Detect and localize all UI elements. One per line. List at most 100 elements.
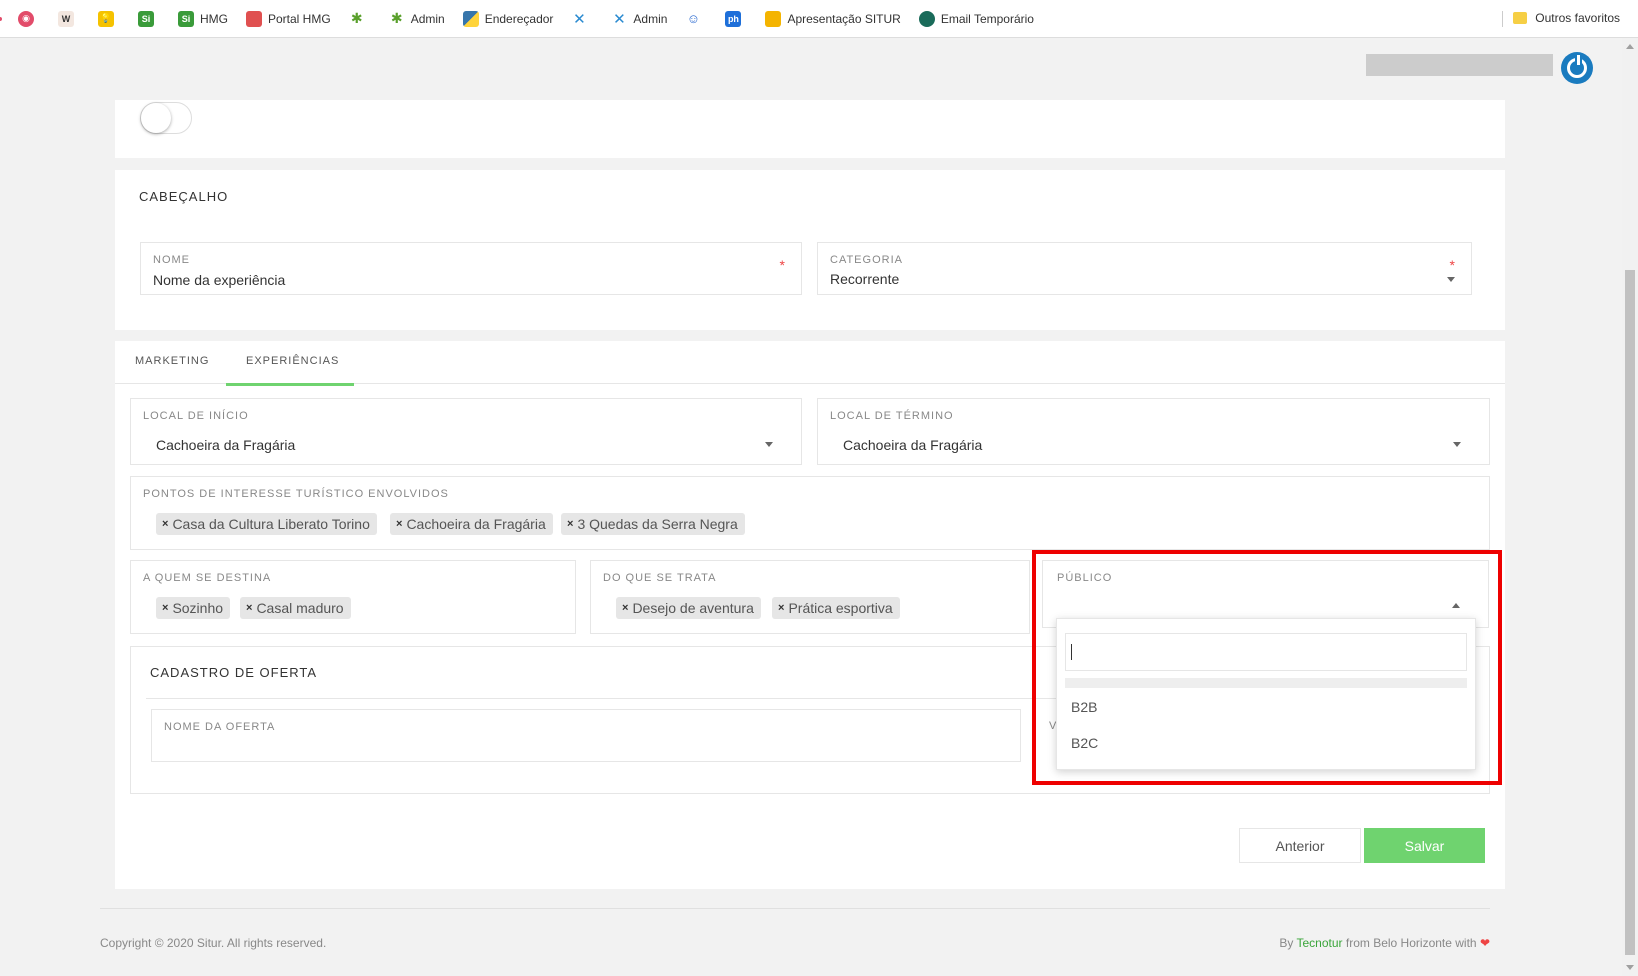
bookmarks-bar: ◉ W 💡 Si Si HMG Portal HMG ✱ ✱ Admin Ender…: [0, 0, 1638, 38]
slides-icon: [765, 10, 782, 27]
remove-chip-icon[interactable]: ×: [778, 602, 784, 614]
heart-icon: ❤: [1479, 936, 1490, 950]
x-icon: ✕: [573, 10, 586, 28]
local-inicio-select[interactable]: LOCAL DE INÍCIO Cachoeira da Fragária: [130, 398, 802, 465]
chip-label: Casal maduro: [256, 600, 344, 616]
remove-chip-icon[interactable]: ×: [246, 602, 252, 614]
bookmark-label: Admin: [410, 11, 445, 26]
nome-field[interactable]: NOME Nome da experiência *: [140, 242, 802, 295]
by-suffix: from Belo Horizonte with: [1345, 936, 1477, 950]
bookmark-11[interactable]: ☺: [685, 11, 707, 27]
tab-experiencias[interactable]: EXPERIÊNCIAS: [246, 355, 339, 367]
remove-chip-icon[interactable]: ×: [162, 602, 168, 614]
local-inicio-value: Cachoeira da Fragária: [156, 437, 296, 453]
trata-label: DO QUE SE TRATA: [603, 572, 717, 584]
red-dot-icon: [0, 16, 2, 21]
chip-label: 3 Quedas da Serra Negra: [577, 516, 738, 532]
red-circle-icon: ◉: [18, 10, 34, 27]
bookmark-hmg[interactable]: Si HMG: [178, 10, 228, 27]
bookmark-email[interactable]: Email Temporário: [918, 10, 1034, 27]
bookmark-label: Admin: [633, 11, 668, 26]
x-icon: ✕: [613, 10, 626, 28]
bookmarks-divider: [1502, 11, 1503, 27]
chip-ponto: × Casa da Cultura Liberato Torino: [156, 513, 377, 535]
bookmark-1[interactable]: W: [58, 10, 80, 27]
required-mark: *: [779, 257, 785, 273]
bookmark-label: Apresentação SITUR: [787, 11, 901, 26]
nome-oferta-field[interactable]: NOME DA OFERTA: [151, 709, 1021, 762]
cabecalho-title: CABEÇALHO: [139, 189, 229, 204]
chip-label: Cachoeira da Fragária: [406, 516, 546, 532]
ph-icon: ph: [725, 10, 742, 27]
remove-chip-icon[interactable]: ×: [622, 602, 628, 614]
bookmark-label: Portal HMG: [268, 11, 331, 26]
categoria-select[interactable]: CATEGORIA Recorrente *: [817, 242, 1472, 295]
scroll-up-icon[interactable]: [1626, 44, 1634, 49]
active-toggle[interactable]: [140, 102, 192, 134]
local-termino-select[interactable]: LOCAL DE TÉRMINO Cachoeira da Fragária: [817, 398, 1490, 465]
star-icon: ✱: [350, 10, 363, 26]
anterior-button[interactable]: Anterior: [1239, 828, 1361, 863]
chip-destina: × Casal maduro: [240, 597, 351, 619]
bookmark-enderecador[interactable]: Endereçador: [462, 10, 553, 27]
footer-divider: [100, 908, 1490, 909]
bookmark-label: HMG: [200, 11, 228, 26]
nome-label: NOME: [153, 254, 190, 266]
folder-icon: [1513, 12, 1528, 24]
nome-input[interactable]: Nome da experiência: [153, 272, 285, 288]
power-icon[interactable]: [1561, 52, 1593, 84]
chip-label: Sozinho: [172, 600, 224, 616]
remove-chip-icon[interactable]: ×: [567, 518, 573, 530]
highlight-box: [1032, 550, 1502, 785]
chip-trata: × Prática esportiva: [772, 597, 900, 619]
bookmark-admin-1[interactable]: ✱ Admin: [389, 10, 445, 27]
chip-ponto: × Cachoeira da Fragária: [390, 513, 553, 535]
scroll-thumb[interactable]: [1625, 270, 1635, 955]
other-bookmarks-label: Outros favoritos: [1535, 11, 1620, 25]
chip-label: Casa da Cultura Liberato Torino: [172, 516, 370, 532]
destina-label: A QUEM SE DESTINA: [143, 572, 272, 584]
bookmark-admin-2[interactable]: ✕ Admin: [611, 10, 668, 28]
si-icon: Si: [138, 10, 154, 27]
vertical-scrollbar[interactable]: [1622, 38, 1638, 976]
salvar-button[interactable]: Salvar: [1364, 828, 1485, 863]
remove-chip-icon[interactable]: ×: [162, 518, 168, 530]
local-termino-label: LOCAL DE TÉRMINO: [830, 410, 954, 422]
toggle-knob: [141, 103, 171, 133]
bookmark-0[interactable]: ◉: [18, 10, 40, 27]
status-card: [115, 100, 1505, 158]
chip-label: Desejo de aventura: [632, 600, 754, 616]
by-prefix: By: [1279, 936, 1294, 950]
bookmark-12[interactable]: ph: [725, 10, 747, 27]
copyright-text: Copyright © 2020 Situr. All rights reser…: [100, 936, 327, 950]
chevron-down-icon: [1447, 277, 1455, 282]
oferta-title: CADASTRO DE OFERTA: [150, 665, 318, 680]
other-bookmarks[interactable]: Outros favoritos: [1513, 11, 1620, 25]
required-mark: *: [1449, 257, 1455, 273]
bookmark-label: Email Temporário: [940, 11, 1034, 26]
tab-marketing[interactable]: MARKETING: [135, 355, 209, 367]
bookmark-9[interactable]: ✕: [571, 10, 593, 28]
categoria-label: CATEGORIA: [830, 254, 903, 266]
pontos-label: PONTOS DE INTERESSE TURÍSTICO ENVOLVIDOS: [143, 488, 449, 500]
bookmark-apresentacao[interactable]: Apresentação SITUR: [765, 10, 901, 27]
chevron-down-icon: [1453, 442, 1461, 447]
bookmark-6[interactable]: ✱: [349, 10, 371, 27]
scroll-down-icon[interactable]: [1626, 965, 1634, 970]
credits: By Tecnotur from Belo Horizonte with ❤: [1279, 936, 1490, 950]
mail-icon: [918, 10, 935, 27]
categoria-value: Recorrente: [830, 271, 900, 287]
w-icon: W: [58, 10, 74, 27]
brand-link[interactable]: Tecnotur: [1297, 936, 1343, 950]
bulb-icon: 💡: [98, 10, 114, 27]
remove-chip-icon[interactable]: ×: [396, 518, 402, 530]
chevron-down-icon: [765, 442, 773, 447]
portal-icon: [246, 10, 262, 27]
local-termino-value: Cachoeira da Fragária: [843, 437, 983, 453]
chip-trata: × Desejo de aventura: [616, 597, 761, 619]
local-inicio-label: LOCAL DE INÍCIO: [143, 410, 249, 422]
bookmark-3[interactable]: Si: [138, 10, 160, 27]
chip-ponto: × 3 Quedas da Serra Negra: [561, 513, 745, 535]
bookmark-portal-hmg[interactable]: Portal HMG: [246, 10, 331, 27]
bookmark-2[interactable]: 💡: [98, 10, 120, 27]
